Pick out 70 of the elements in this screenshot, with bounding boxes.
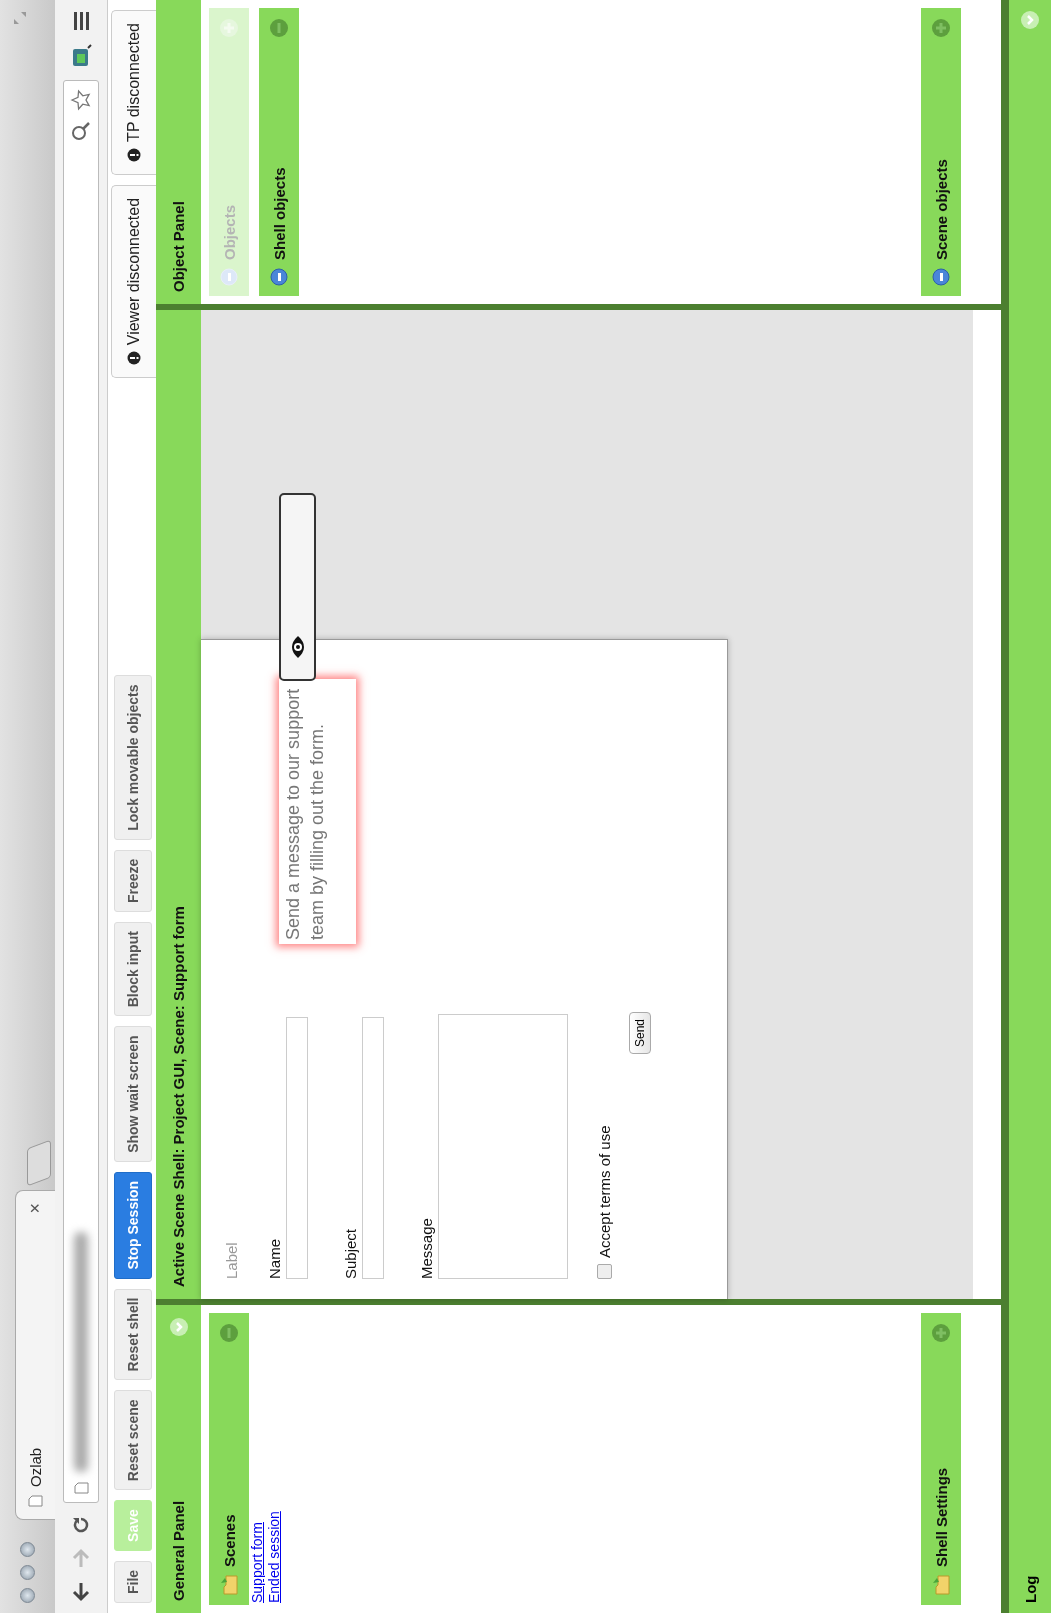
- section-title: Shell objects: [270, 167, 288, 260]
- toolbar-button[interactable]: Freeze: [114, 849, 152, 913]
- eye-icon: [289, 635, 306, 659]
- scene-link[interactable]: Support form: [249, 1522, 266, 1603]
- toolbar-button[interactable]: Reset shell: [114, 1288, 152, 1381]
- send-button[interactable]: Send: [629, 1011, 651, 1054]
- expand-icon[interactable]: [931, 1323, 951, 1343]
- back-icon[interactable]: [71, 1581, 91, 1603]
- alert-icon: [127, 147, 141, 162]
- status-text: Viewer disconnected: [125, 197, 143, 346]
- folder-icon: [220, 1575, 238, 1595]
- panel-title: Object Panel: [170, 201, 187, 292]
- section-title: Shell Settings: [932, 1467, 950, 1567]
- section-header[interactable]: Shell objects: [259, 8, 299, 296]
- input-field[interactable]: [286, 1017, 308, 1279]
- status-text: TP disconnected: [125, 23, 143, 142]
- section-header[interactable]: Scenes: [209, 1313, 249, 1605]
- page-icon: [28, 1495, 43, 1507]
- visibility-handle[interactable]: [279, 493, 316, 681]
- message-field[interactable]: [438, 1014, 568, 1279]
- browser-tab[interactable]: Ozlab ×: [15, 1190, 55, 1520]
- field-label: Name: [266, 1238, 283, 1279]
- scene-link[interactable]: Ended session: [266, 1511, 283, 1603]
- new-tab-button[interactable]: [27, 1139, 51, 1187]
- fullscreen-icon[interactable]: [12, 10, 28, 26]
- form-label: Label: [223, 1241, 240, 1279]
- collapse-icon[interactable]: [269, 18, 289, 38]
- collapse-icon[interactable]: [219, 1323, 239, 1343]
- page-icon: [73, 1482, 89, 1494]
- address-field[interactable]: [63, 80, 99, 1503]
- expand-icon[interactable]: [931, 18, 951, 38]
- folder-icon: [932, 1575, 950, 1595]
- extension-icon[interactable]: [70, 44, 92, 68]
- star-icon[interactable]: [70, 89, 92, 111]
- info-icon: [220, 268, 238, 286]
- close-tab-button[interactable]: ×: [25, 1203, 46, 1214]
- toolbar-button[interactable]: Block input: [114, 922, 152, 1017]
- section-header[interactable]: Scene objects: [921, 8, 961, 296]
- alert-icon: [127, 351, 141, 366]
- field-label: Message: [418, 1217, 435, 1279]
- toolbar-button[interactable]: Reset scene: [114, 1390, 152, 1491]
- chevron-icon[interactable]: [168, 1317, 189, 1337]
- scene-title: Active Scene Shell: Project GUI, Scene: Support form: [170, 906, 187, 1287]
- zoom-icon[interactable]: [71, 121, 91, 141]
- toolbar-button[interactable]: Lock movable objects: [114, 675, 152, 840]
- section-title: Scene objects: [932, 159, 950, 260]
- info-icon: [270, 268, 288, 286]
- info-icon: [932, 268, 950, 286]
- chevron-icon[interactable]: [1020, 10, 1040, 30]
- checkbox-label: Accept terms of use: [596, 1125, 613, 1258]
- toolbar-button[interactable]: Show wait screen: [114, 1026, 152, 1162]
- window-control[interactable]: [20, 1542, 35, 1557]
- forward-icon[interactable]: [71, 1547, 91, 1569]
- reload-icon[interactable]: [71, 1515, 91, 1535]
- tooltip: Send a message to our support team by filling out the form.: [279, 679, 356, 944]
- checkbox[interactable]: [597, 1264, 612, 1279]
- window-control[interactable]: [20, 1565, 35, 1580]
- panel-title: General Panel: [170, 1500, 187, 1601]
- window-control[interactable]: [20, 1588, 35, 1603]
- field-label: Subject: [342, 1227, 359, 1279]
- section-title: Scenes: [220, 1514, 238, 1567]
- log-title: Log: [1021, 1575, 1039, 1603]
- tab-title: Ozlab: [27, 1446, 44, 1487]
- input-field[interactable]: [362, 1017, 384, 1279]
- section-title: Objects: [220, 204, 238, 260]
- log-bar[interactable]: Log: [1001, 0, 1051, 1613]
- toolbar-button[interactable]: Stop Session: [114, 1171, 152, 1279]
- section-header[interactable]: Shell Settings: [921, 1313, 961, 1605]
- toolbar-button[interactable]: File: [114, 1560, 152, 1603]
- menu-icon[interactable]: [71, 10, 91, 32]
